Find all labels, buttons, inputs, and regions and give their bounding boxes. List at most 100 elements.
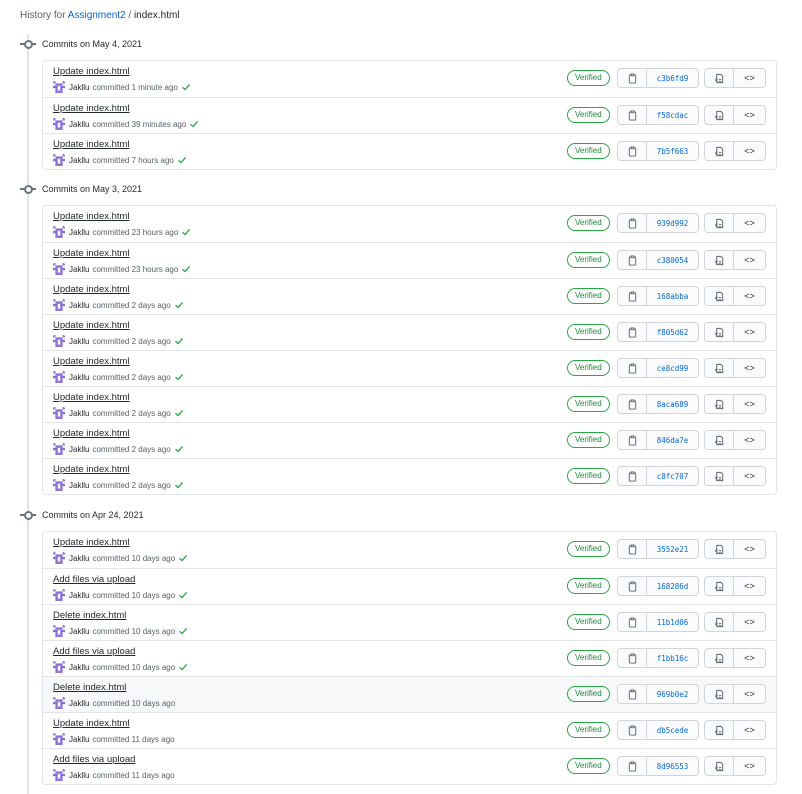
- commit-message-link[interactable]: Update index.html: [53, 248, 130, 259]
- verified-badge[interactable]: Verified: [567, 143, 610, 159]
- browse-files-button[interactable]: [704, 430, 734, 450]
- commit-message-link[interactable]: Update index.html: [53, 464, 130, 475]
- commit-sha-link[interactable]: 168286d: [647, 576, 699, 596]
- avatar[interactable]: [53, 118, 65, 130]
- copy-sha-button[interactable]: [617, 394, 647, 414]
- browse-files-button[interactable]: [704, 394, 734, 414]
- browse-code-button[interactable]: <>: [734, 68, 766, 88]
- browse-files-button[interactable]: [704, 141, 734, 161]
- browse-code-button[interactable]: <>: [734, 105, 766, 125]
- browse-files-button[interactable]: [704, 612, 734, 632]
- browse-code-button[interactable]: <>: [734, 648, 766, 668]
- commit-message-link[interactable]: Delete index.html: [53, 610, 126, 621]
- avatar[interactable]: [53, 371, 65, 383]
- check-icon[interactable]: [174, 336, 184, 346]
- commit-sha-link[interactable]: 8aca689: [647, 394, 699, 414]
- copy-sha-button[interactable]: [617, 612, 647, 632]
- commit-sha-link[interactable]: f58cdac: [647, 105, 699, 125]
- commit-message-link[interactable]: Update index.html: [53, 66, 130, 77]
- commit-sha-link[interactable]: c8fc707: [647, 466, 699, 486]
- author-link[interactable]: Jakllu: [69, 771, 89, 780]
- browse-files-button[interactable]: [704, 756, 734, 776]
- browse-files-button[interactable]: [704, 105, 734, 125]
- check-icon[interactable]: [174, 444, 184, 454]
- browse-code-button[interactable]: <>: [734, 141, 766, 161]
- avatar[interactable]: [53, 733, 65, 745]
- commit-sha-link[interactable]: 969b0e2: [647, 684, 699, 704]
- browse-code-button[interactable]: <>: [734, 322, 766, 342]
- commit-message-link[interactable]: Update index.html: [53, 320, 130, 331]
- browse-code-button[interactable]: <>: [734, 250, 766, 270]
- browse-files-button[interactable]: [704, 358, 734, 378]
- commit-sha-link[interactable]: c3b6fd9: [647, 68, 699, 88]
- verified-badge[interactable]: Verified: [567, 107, 610, 123]
- check-icon[interactable]: [174, 300, 184, 310]
- browse-code-button[interactable]: <>: [734, 720, 766, 740]
- check-icon[interactable]: [178, 590, 188, 600]
- commit-message-link[interactable]: Update index.html: [53, 537, 130, 548]
- browse-code-button[interactable]: <>: [734, 576, 766, 596]
- avatar[interactable]: [53, 299, 65, 311]
- browse-code-button[interactable]: <>: [734, 756, 766, 776]
- copy-sha-button[interactable]: [617, 68, 647, 88]
- verified-badge[interactable]: Verified: [567, 288, 610, 304]
- avatar[interactable]: [53, 589, 65, 601]
- copy-sha-button[interactable]: [617, 286, 647, 306]
- avatar[interactable]: [53, 263, 65, 275]
- copy-sha-button[interactable]: [617, 250, 647, 270]
- check-icon[interactable]: [174, 372, 184, 382]
- verified-badge[interactable]: Verified: [567, 252, 610, 268]
- copy-sha-button[interactable]: [617, 648, 647, 668]
- commit-message-link[interactable]: Update index.html: [53, 211, 130, 222]
- copy-sha-button[interactable]: [617, 756, 647, 776]
- commit-sha-link[interactable]: f805d62: [647, 322, 699, 342]
- commit-sha-link[interactable]: 11b1d06: [647, 612, 699, 632]
- commit-message-link[interactable]: Add files via upload: [53, 646, 135, 657]
- browse-code-button[interactable]: <>: [734, 684, 766, 704]
- copy-sha-button[interactable]: [617, 720, 647, 740]
- check-icon[interactable]: [178, 662, 188, 672]
- copy-sha-button[interactable]: [617, 466, 647, 486]
- browse-files-button[interactable]: [704, 539, 734, 559]
- verified-badge[interactable]: Verified: [567, 758, 610, 774]
- commit-message-link[interactable]: Update index.html: [53, 718, 130, 729]
- browse-files-button[interactable]: [704, 720, 734, 740]
- check-icon[interactable]: [174, 408, 184, 418]
- author-link[interactable]: Jakllu: [69, 591, 89, 600]
- check-icon[interactable]: [189, 119, 199, 129]
- browse-code-button[interactable]: <>: [734, 466, 766, 486]
- verified-badge[interactable]: Verified: [567, 468, 610, 484]
- author-link[interactable]: Jakllu: [69, 337, 89, 346]
- browse-files-button[interactable]: [704, 213, 734, 233]
- avatar[interactable]: [53, 769, 65, 781]
- browse-files-button[interactable]: [704, 576, 734, 596]
- author-link[interactable]: Jakllu: [69, 228, 89, 237]
- check-icon[interactable]: [181, 227, 191, 237]
- avatar[interactable]: [53, 625, 65, 637]
- commit-sha-link[interactable]: db5cede: [647, 720, 699, 740]
- browse-code-button[interactable]: <>: [734, 612, 766, 632]
- check-icon[interactable]: [181, 264, 191, 274]
- verified-badge[interactable]: Verified: [567, 70, 610, 86]
- avatar[interactable]: [53, 81, 65, 93]
- browse-files-button[interactable]: [704, 466, 734, 486]
- commit-sha-link[interactable]: 8d96553: [647, 756, 699, 776]
- avatar[interactable]: [53, 407, 65, 419]
- copy-sha-button[interactable]: [617, 539, 647, 559]
- copy-sha-button[interactable]: [617, 576, 647, 596]
- author-link[interactable]: Jakllu: [69, 699, 89, 708]
- copy-sha-button[interactable]: [617, 141, 647, 161]
- author-link[interactable]: Jakllu: [69, 120, 89, 129]
- commit-sha-link[interactable]: 3552e21: [647, 539, 699, 559]
- avatar[interactable]: [53, 335, 65, 347]
- browse-code-button[interactable]: <>: [734, 213, 766, 233]
- browse-files-button[interactable]: [704, 322, 734, 342]
- verified-badge[interactable]: Verified: [567, 396, 610, 412]
- commit-sha-link[interactable]: c380054: [647, 250, 699, 270]
- verified-badge[interactable]: Verified: [567, 541, 610, 557]
- browse-files-button[interactable]: [704, 250, 734, 270]
- commit-sha-link[interactable]: 7b5f663: [647, 141, 699, 161]
- commit-sha-link[interactable]: 846da7e: [647, 430, 699, 450]
- verified-badge[interactable]: Verified: [567, 324, 610, 340]
- author-link[interactable]: Jakllu: [69, 627, 89, 636]
